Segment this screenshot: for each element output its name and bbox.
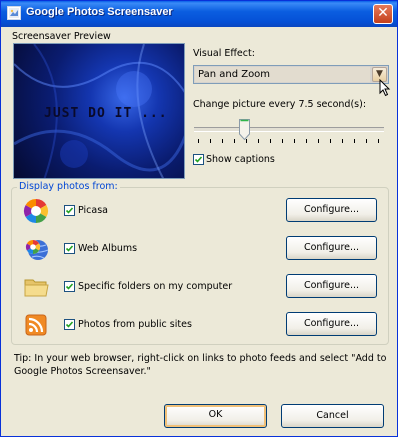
preview-label: Screensaver Preview bbox=[12, 31, 111, 42]
check-icon bbox=[194, 156, 203, 163]
visual-effect-value: Pan and Zoom bbox=[195, 67, 370, 82]
check-icon bbox=[65, 321, 74, 328]
slider-track[interactable] bbox=[194, 127, 384, 132]
preview-caption: JUST DO IT ... bbox=[44, 106, 168, 121]
title-bar[interactable]: Google Photos Screensaver ✕ bbox=[1, 1, 397, 27]
tip-text: Tip: In your web browser, right-click on… bbox=[14, 353, 387, 377]
public-sites-checkbox[interactable] bbox=[64, 319, 75, 330]
public-sites-label: Photos from public sites bbox=[78, 319, 192, 330]
configure-picasa-button[interactable]: Configure... bbox=[286, 198, 377, 222]
ok-button[interactable]: OK bbox=[164, 404, 267, 428]
check-icon bbox=[65, 207, 74, 214]
configure-folders-button[interactable]: Configure... bbox=[286, 274, 377, 298]
visual-effect-select[interactable]: Pan and Zoom ▼ bbox=[193, 65, 389, 84]
screensaver-preview: JUST DO IT ... bbox=[13, 43, 185, 179]
picasa-checkbox[interactable] bbox=[64, 205, 75, 216]
close-button[interactable]: ✕ bbox=[373, 4, 393, 24]
chevron-down-icon: ▼ bbox=[376, 69, 383, 79]
close-icon: ✕ bbox=[377, 5, 389, 21]
picasa-icon bbox=[23, 199, 49, 223]
web-albums-label: Web Albums bbox=[78, 243, 138, 254]
slider-thumb[interactable] bbox=[239, 119, 250, 140]
folders-checkbox[interactable] bbox=[64, 281, 75, 292]
app-icon bbox=[7, 6, 21, 20]
folder-icon bbox=[24, 279, 49, 297]
window-title: Google Photos Screensaver bbox=[26, 6, 173, 18]
web-albums-icon bbox=[25, 239, 49, 260]
web-albums-checkbox[interactable] bbox=[64, 243, 75, 254]
configure-public-sites-button[interactable]: Configure... bbox=[286, 312, 377, 336]
folders-label: Specific folders on my computer bbox=[78, 281, 233, 292]
screensaver-dialog: Google Photos Screensaver ✕ Screensaver … bbox=[0, 0, 398, 437]
check-icon bbox=[65, 245, 74, 252]
show-captions-checkbox[interactable] bbox=[193, 154, 204, 165]
rss-feed-icon bbox=[25, 314, 47, 336]
check-icon bbox=[65, 283, 74, 290]
configure-web-albums-button[interactable]: Configure... bbox=[286, 236, 377, 260]
slider-ticks bbox=[198, 139, 379, 143]
change-picture-label: Change picture every 7.5 second(s): bbox=[193, 99, 367, 110]
picasa-label: Picasa bbox=[78, 205, 108, 216]
visual-effect-label: Visual Effect: bbox=[193, 48, 255, 59]
show-captions-label: Show captions bbox=[206, 154, 275, 165]
mouse-cursor-icon bbox=[379, 79, 391, 97]
cancel-button[interactable]: Cancel bbox=[281, 404, 384, 428]
display-photos-group-title: Display photos from: bbox=[17, 181, 120, 192]
